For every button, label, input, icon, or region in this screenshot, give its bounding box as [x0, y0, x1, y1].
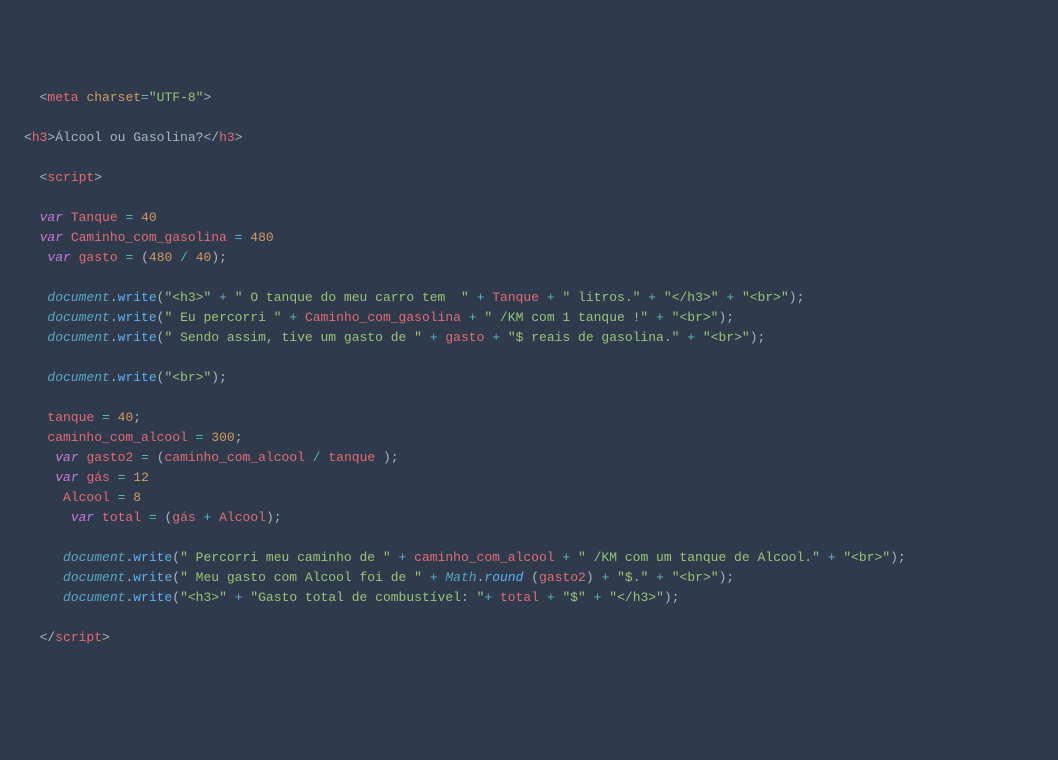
fn-write: write: [118, 290, 157, 305]
tag-h3-close: h3: [219, 130, 235, 145]
str: "<br>": [672, 310, 719, 325]
var: gás: [172, 510, 195, 525]
kw-var: var: [40, 210, 63, 225]
tag-meta: meta: [47, 90, 78, 105]
var: gás: [86, 470, 109, 485]
str: "</h3>": [664, 290, 719, 305]
var: Tanque: [492, 290, 539, 305]
str: " Eu percorri ": [164, 310, 281, 325]
fn-write: write: [118, 330, 157, 345]
fn-write: write: [133, 570, 172, 585]
str: "<h3>": [164, 290, 211, 305]
num: 8: [133, 490, 141, 505]
h3-text: Álcool ou Gasolina?: [55, 130, 203, 145]
var: Alcool: [63, 490, 110, 505]
str: "UTF-8": [149, 90, 204, 105]
str: " litros.": [562, 290, 640, 305]
str: " Meu gasto com Alcool foi de ": [180, 570, 422, 585]
fn-write: write: [133, 550, 172, 565]
var: Caminho_com_gasolina: [305, 310, 461, 325]
str: " /KM com 1 tanque !": [484, 310, 648, 325]
obj-document: document: [47, 310, 109, 325]
tag-script-close: script: [55, 630, 102, 645]
num: 40: [141, 210, 157, 225]
var-tanque: Tanque: [71, 210, 118, 225]
str: "<br>": [742, 290, 789, 305]
num: 12: [133, 470, 149, 485]
var-caminho-gas: Caminho_com_gasolina: [71, 230, 227, 245]
str: "$ reais de gasolina.": [508, 330, 680, 345]
kw-var: var: [47, 250, 70, 265]
var: tanque: [47, 410, 94, 425]
var: total: [500, 590, 539, 605]
str: "<br>": [672, 570, 719, 585]
var: gasto: [445, 330, 484, 345]
var: caminho_com_alcool: [414, 550, 554, 565]
str: " Percorri meu caminho de ": [180, 550, 391, 565]
fn-write: write: [133, 590, 172, 605]
str: "<h3>": [180, 590, 227, 605]
attr-charset: charset: [86, 90, 141, 105]
num: 300: [211, 430, 234, 445]
kw-var: var: [40, 230, 63, 245]
str: "Gasto total de combustível: ": [250, 590, 484, 605]
var-gasto: gasto: [79, 250, 118, 265]
obj-document: document: [63, 590, 125, 605]
var: tanque: [328, 450, 375, 465]
fn-write: write: [118, 370, 157, 385]
num: 480: [149, 250, 172, 265]
obj-document: document: [47, 290, 109, 305]
str: "<br>": [703, 330, 750, 345]
str: "<br>": [843, 550, 890, 565]
str: "</h3>": [609, 590, 664, 605]
var: Alcool: [219, 510, 266, 525]
kw-var: var: [71, 510, 94, 525]
obj-document: document: [47, 370, 109, 385]
kw-var: var: [55, 470, 78, 485]
var: gasto2: [86, 450, 133, 465]
obj-document: document: [63, 570, 125, 585]
obj-document: document: [63, 550, 125, 565]
fn-write: write: [118, 310, 157, 325]
code-editor[interactable]: <meta charset="UTF-8"> <h3>Álcool ou Gas…: [24, 88, 1058, 648]
var: gasto2: [539, 570, 586, 585]
num: 40: [196, 250, 212, 265]
fn-round: round: [484, 570, 523, 585]
str: " Sendo assim, tive um gasto de ": [164, 330, 421, 345]
kw-var: var: [55, 450, 78, 465]
str: "$": [562, 590, 585, 605]
var: caminho_com_alcool: [165, 450, 305, 465]
tag-script-open: script: [47, 170, 94, 185]
str: " O tanque do meu carro tem ": [235, 290, 469, 305]
str: "<br>": [164, 370, 211, 385]
tag-h3-open: h3: [32, 130, 48, 145]
num: 480: [250, 230, 273, 245]
num: 40: [118, 410, 134, 425]
var: caminho_com_alcool: [47, 430, 187, 445]
obj-document: document: [47, 330, 109, 345]
obj-math: Math: [445, 570, 476, 585]
str: " /KM com um tanque de Alcool.": [578, 550, 820, 565]
var: total: [102, 510, 141, 525]
str: "$.": [617, 570, 648, 585]
